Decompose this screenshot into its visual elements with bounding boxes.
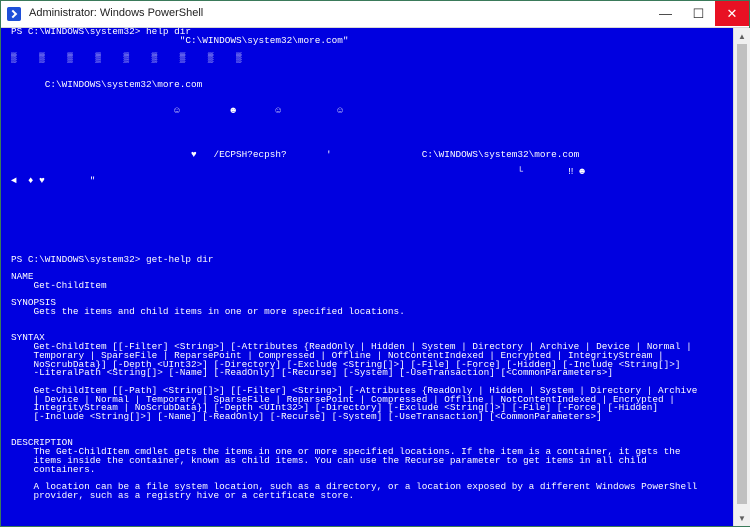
console-line: [-Include <String[]>] [-Name] [-ReadOnly…	[11, 411, 602, 422]
chevron-down-icon[interactable]: ▼	[734, 510, 750, 526]
console-line: C:\WINDOWS\system32\more.com	[11, 78, 203, 90]
console-line: containers.	[11, 463, 96, 475]
console-output[interactable]: PS C:\WINDOWS\system32> help dir "C:\WIN…	[3, 28, 733, 525]
powershell-icon[interactable]	[7, 7, 21, 21]
window-title: Administrator: Windows PowerShell	[29, 7, 204, 19]
console-line: -LiteralPath <String[]> [-Name] [-ReadOn…	[11, 367, 613, 379]
console-line: Get-ChildItem	[11, 279, 107, 291]
console-line: items inside the container, known as chi…	[11, 454, 647, 466]
console-line: Gets the items and child items in one or…	[11, 306, 405, 317]
console-line: "C:\WINDOWS\system32\more.com"	[11, 34, 349, 46]
console-line: provider, such as a registry hive or a c…	[11, 489, 355, 501]
chevron-up-icon[interactable]: ▲	[734, 28, 750, 44]
powershell-window: Administrator: Windows PowerShell — ☐ ✕ …	[0, 0, 750, 527]
console-line: PS C:\WINDOWS\system32> get-help dir	[11, 253, 214, 265]
vertical-scrollbar[interactable]: ▲ ▼	[733, 28, 750, 526]
console-line: ☺ ☻ ☺ ☺	[11, 104, 343, 116]
scrollbar-thumb[interactable]	[737, 44, 747, 504]
console-line: └ ‼ ☻	[11, 166, 585, 177]
console-line: ♥ /ECPSH?ecpsh? ' C:\WINDOWS\system32\mo…	[11, 148, 580, 160]
minimize-button[interactable]: —	[649, 1, 682, 26]
console-line: ▒ ▒ ▒ ▒ ▒ ▒ ▒ ▒ ▒	[11, 52, 242, 64]
close-button[interactable]: ✕	[715, 1, 749, 26]
maximize-button[interactable]: ☐	[682, 1, 715, 26]
console-line: ◄ ♦ ♥ "	[11, 174, 96, 186]
title-bar[interactable]: Administrator: Windows PowerShell — ☐ ✕	[1, 1, 749, 28]
